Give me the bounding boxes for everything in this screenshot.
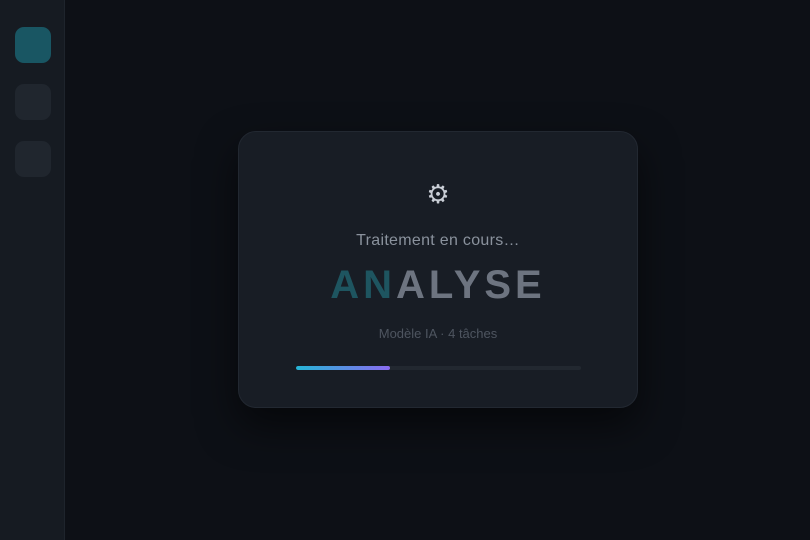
sidebar-item-2[interactable] (15, 84, 51, 120)
progress-fill (296, 366, 391, 370)
progress-bar (296, 366, 581, 370)
loading-card: ⚙ Traitement en cours… ANALYSE Modèle IA… (238, 131, 638, 408)
app-window: ⚙ Traitement en cours… ANALYSE Modèle IA… (0, 0, 810, 540)
loading-word-rest: ALYSE (396, 263, 546, 307)
loading-word: ANALYSE (239, 262, 637, 308)
gear-icon: ⚙ (426, 180, 450, 210)
sidebar (0, 0, 65, 540)
sidebar-item-active[interactable] (15, 27, 51, 63)
status-text: Traitement en cours… (356, 232, 520, 249)
loading-word-highlight: AN (330, 263, 397, 307)
sidebar-item-3[interactable] (15, 141, 51, 177)
task-meta: Modèle IA · 4 tâches (378, 326, 498, 341)
